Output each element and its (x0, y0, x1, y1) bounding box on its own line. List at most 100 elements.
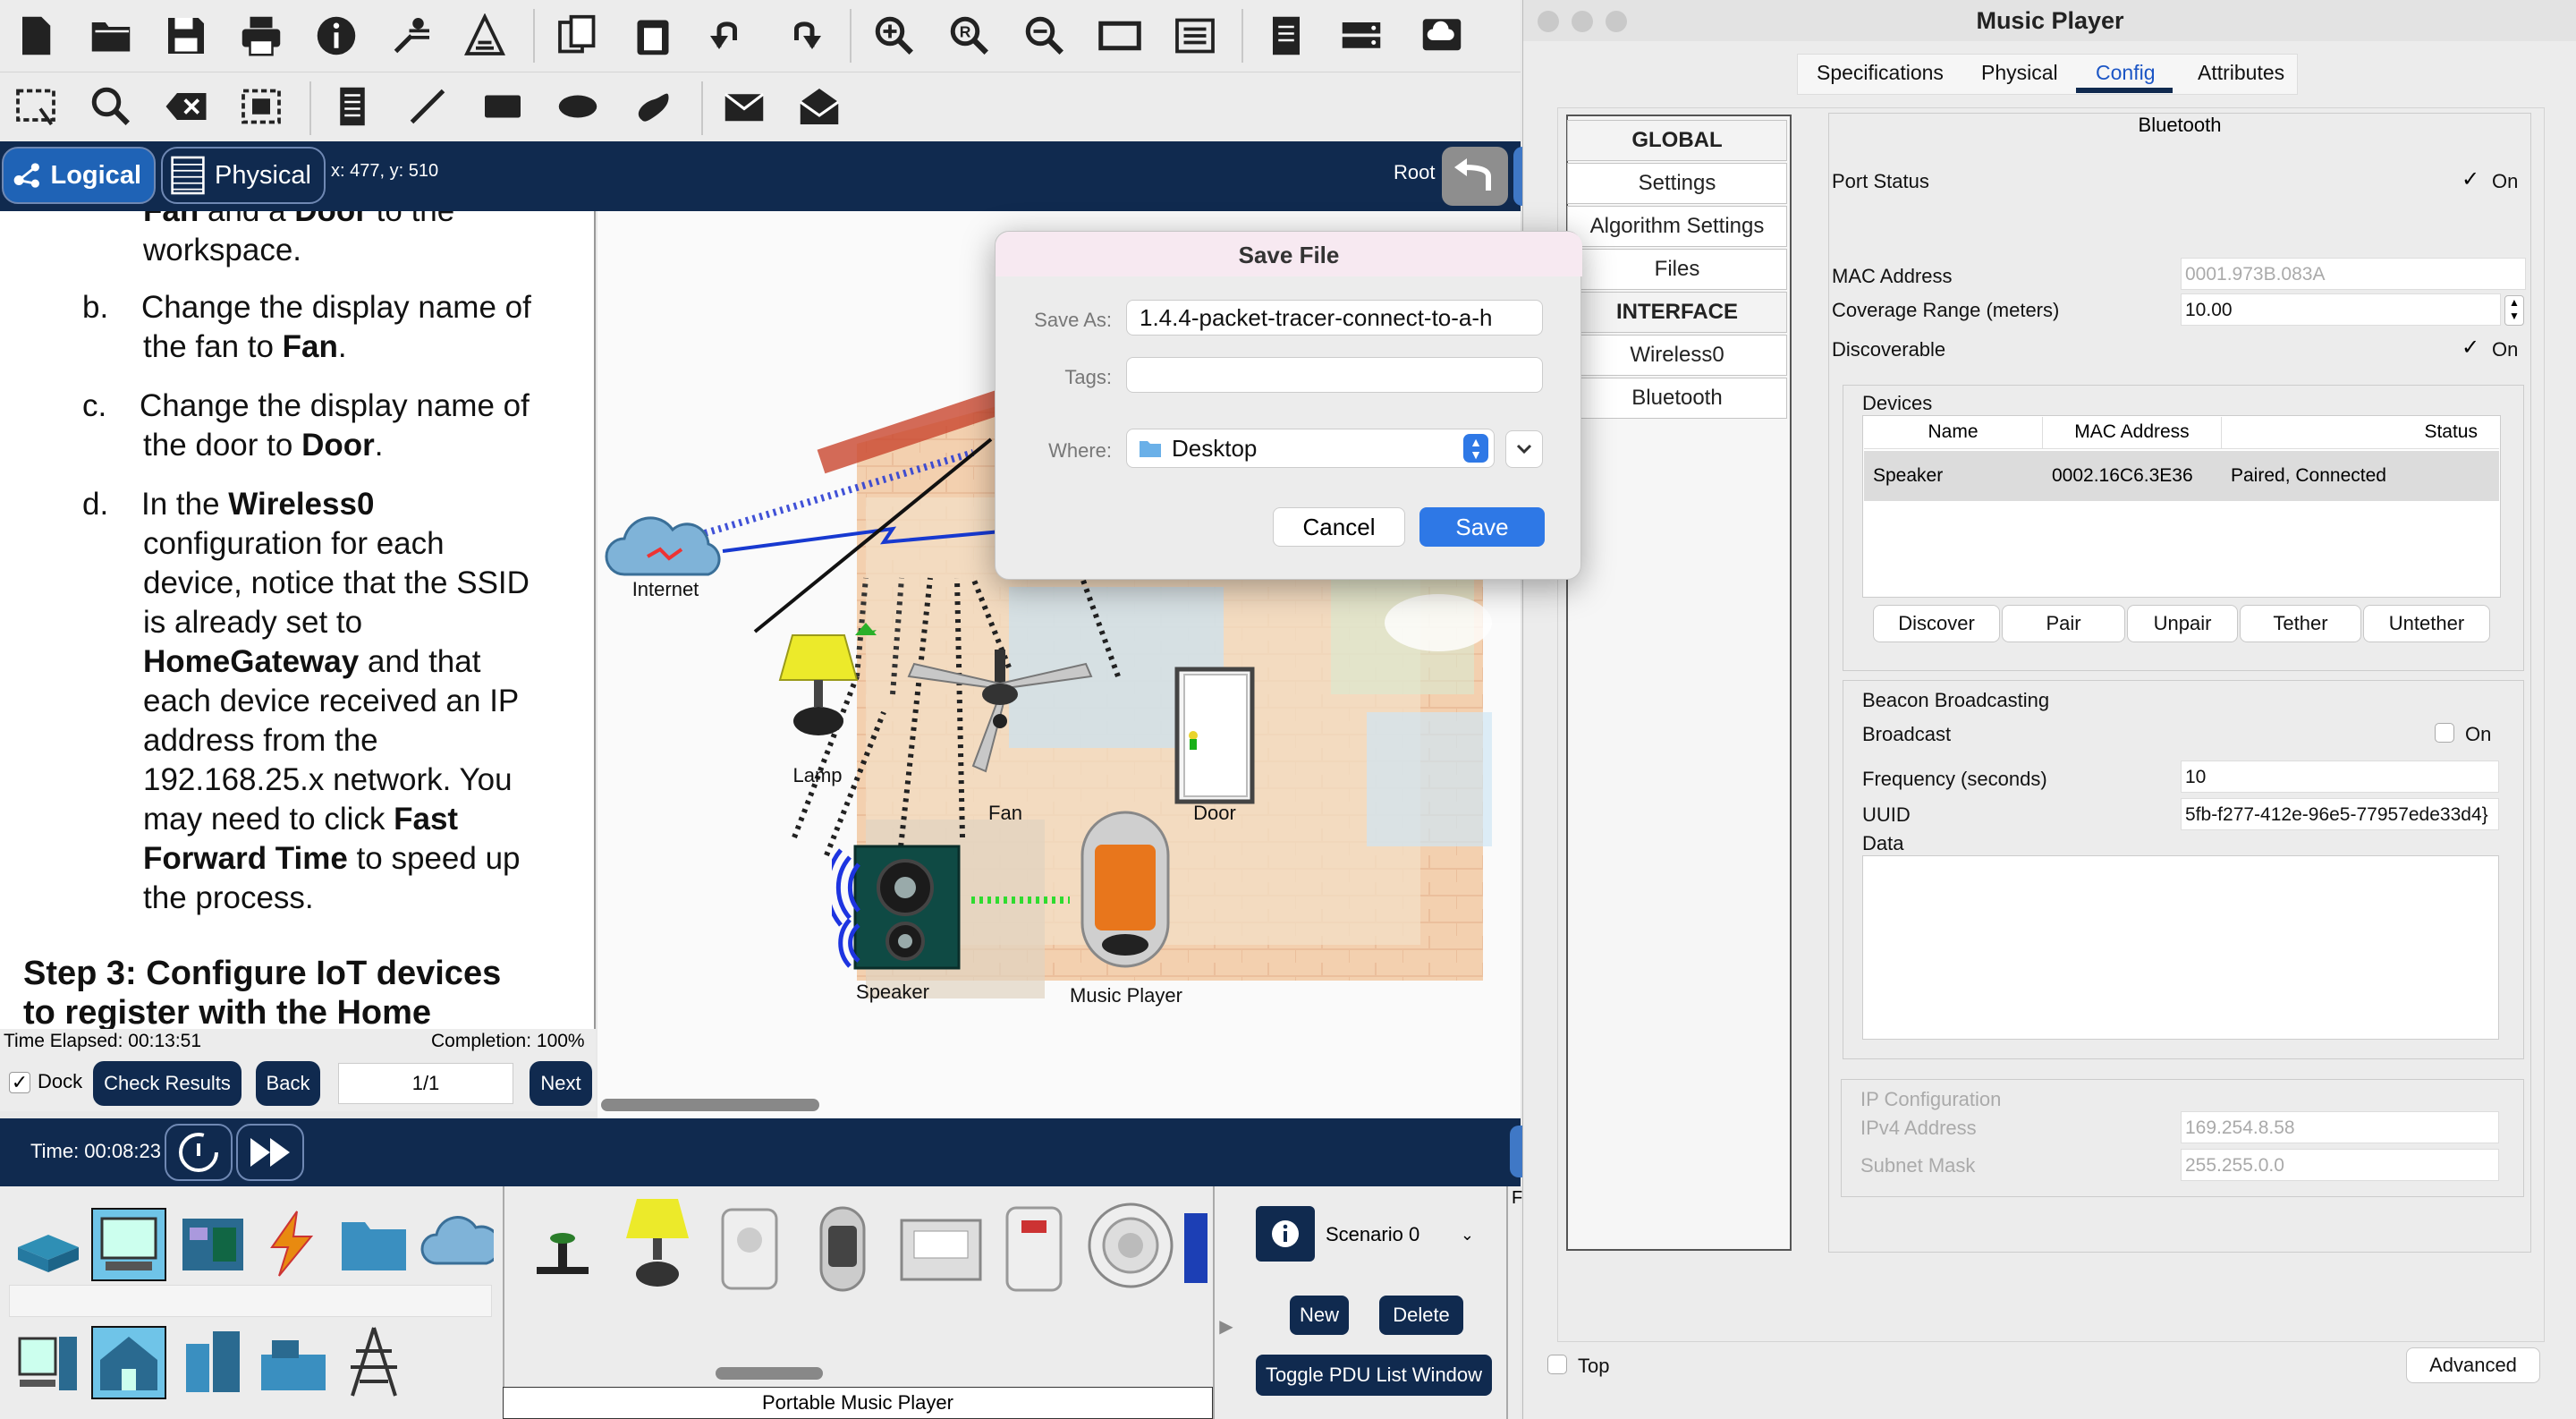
new-pdu-button[interactable]: New (1290, 1296, 1349, 1335)
home-category-selected[interactable] (91, 1326, 166, 1399)
check-results-button[interactable]: Check Results (93, 1061, 242, 1106)
components-icon[interactable] (177, 1211, 249, 1278)
lamp-icon[interactable] (764, 632, 873, 739)
dock-checkbox[interactable]: ✓ (9, 1072, 30, 1093)
tags-input[interactable] (1126, 357, 1543, 393)
sidebar-item-algorithm[interactable]: Algorithm Settings (1567, 206, 1787, 247)
discover-button[interactable]: Discover (1873, 605, 2000, 642)
power-grid-icon[interactable] (338, 1324, 410, 1399)
broadcast-checkbox[interactable] (2435, 723, 2454, 743)
window-icon[interactable] (1091, 7, 1148, 64)
sidebar-item-files[interactable]: Files (1567, 249, 1787, 290)
scenario-info-button[interactable] (1256, 1206, 1315, 1262)
end-devices-selected[interactable] (91, 1208, 166, 1281)
simple-pdu-icon[interactable] (716, 78, 773, 135)
sprinkler-icon[interactable] (531, 1228, 594, 1281)
power-cycle-button[interactable] (165, 1124, 233, 1181)
back-button[interactable]: Back (256, 1061, 320, 1106)
ceiling-fan-icon[interactable] (902, 650, 1098, 784)
close-window-button[interactable] (1538, 11, 1559, 32)
lamp-device-icon[interactable] (617, 1195, 698, 1290)
sidebar-item-bluetooth[interactable]: Bluetooth (1567, 378, 1787, 419)
power-meter-icon[interactable] (896, 1211, 986, 1288)
motion-detector-icon[interactable] (716, 1204, 784, 1294)
complex-pdu-icon[interactable] (791, 78, 848, 135)
save-icon[interactable] (157, 7, 215, 64)
custom-device-icon[interactable] (456, 7, 513, 64)
unpair-button[interactable]: Unpair (2127, 605, 2238, 642)
pc-icon[interactable] (13, 1328, 84, 1399)
copy-icon[interactable] (549, 7, 606, 64)
palette-icon[interactable] (1166, 7, 1224, 64)
coverage-stepper[interactable]: ▲ ▼ (2504, 295, 2524, 326)
sidebar-item-wireless0[interactable]: Wireless0 (1567, 335, 1787, 376)
undo-icon[interactable] (699, 7, 757, 64)
advanced-button[interactable]: Advanced (2406, 1347, 2540, 1383)
resize-icon[interactable] (233, 78, 290, 135)
solar-panel-icon[interactable] (1182, 1210, 1209, 1287)
select-icon[interactable] (7, 78, 64, 135)
scenario-select[interactable]: Scenario 0 ⌄ (1320, 1215, 1481, 1254)
sidebar-item-settings[interactable]: Settings (1567, 163, 1787, 204)
untether-button[interactable]: Untether (2363, 605, 2490, 642)
door-icon[interactable] (1172, 666, 1258, 805)
canvas-scrollbar[interactable] (601, 1099, 819, 1111)
logical-mode-button[interactable]: Logical (2, 147, 156, 204)
pair-button[interactable]: Pair (2002, 605, 2125, 642)
zoom-out-icon[interactable] (1016, 7, 1073, 64)
tab-physical[interactable]: Physical (1981, 61, 2058, 85)
device-scrollbar[interactable] (716, 1367, 823, 1380)
server-icon[interactable] (1333, 7, 1390, 64)
cancel-button[interactable]: Cancel (1273, 507, 1405, 547)
tab-specifications[interactable]: Specifications (1817, 61, 1944, 85)
zoom-window-button[interactable] (1606, 11, 1627, 32)
network-info-icon[interactable] (383, 7, 440, 64)
port-status-check[interactable]: ✓ (2462, 166, 2479, 192)
industrial-icon[interactable] (256, 1328, 331, 1398)
where-select[interactable]: Desktop ▲ ▼ (1126, 429, 1495, 468)
delete-pdu-button[interactable]: Delete (1379, 1296, 1463, 1335)
save-button[interactable]: Save (1419, 507, 1545, 547)
zoom-reset-icon[interactable]: R (941, 7, 998, 64)
collapse-arrow-icon[interactable]: ▶ (1215, 1308, 1238, 1344)
cloud-screen-icon[interactable] (1413, 7, 1470, 64)
physical-mode-button[interactable]: Physical (161, 147, 326, 204)
top-checkbox[interactable] (1547, 1355, 1567, 1374)
smart-city-icon[interactable] (177, 1326, 249, 1398)
info-icon[interactable] (308, 7, 365, 64)
multiuser-cloud-icon[interactable] (419, 1213, 494, 1276)
back-arrow-button[interactable] (1442, 147, 1508, 206)
frequency-input[interactable]: 10 (2181, 760, 2499, 793)
tab-config[interactable]: Config (2096, 61, 2155, 85)
ellipse-icon[interactable] (549, 78, 606, 135)
print-icon[interactable] (233, 7, 290, 64)
rectangle-icon[interactable] (474, 78, 531, 135)
save-as-input[interactable]: 1.4.4-packet-tracer-connect-to-a-h (1126, 300, 1543, 336)
tether-button[interactable]: Tether (2240, 605, 2361, 642)
minimize-window-button[interactable] (1572, 11, 1593, 32)
connections-icon[interactable] (256, 1208, 327, 1279)
portable-music-player-icon[interactable] (816, 1204, 869, 1294)
discoverable-check[interactable]: ✓ (2462, 335, 2479, 361)
toggle-pdu-list-button[interactable]: Toggle PDU List Window (1256, 1355, 1492, 1396)
network-devices-icon[interactable] (13, 1208, 84, 1279)
freeform-icon[interactable] (624, 78, 682, 135)
notes-icon[interactable] (1258, 7, 1315, 64)
line-draw-icon[interactable] (399, 78, 456, 135)
uuid-input[interactable]: 5fb-f277-412e-96e5-77957ede33d4} (2181, 798, 2499, 830)
tab-attributes[interactable]: Attributes (2198, 61, 2284, 85)
speaker-icon[interactable] (832, 837, 968, 972)
misc-folder-icon[interactable] (338, 1211, 410, 1276)
zoom-in-icon[interactable] (866, 7, 923, 64)
music-player-icon[interactable] (1077, 809, 1174, 970)
expand-dialog-button[interactable] (1505, 430, 1543, 468)
coverage-range-input[interactable]: 10.00 (2181, 293, 2501, 326)
next-button[interactable]: Next (530, 1061, 592, 1106)
smoke-detector-icon[interactable] (1002, 1202, 1066, 1296)
new-file-icon[interactable] (7, 7, 64, 64)
paste-icon[interactable] (624, 7, 682, 64)
redo-icon[interactable] (775, 7, 832, 64)
note-icon[interactable] (324, 78, 381, 135)
data-textarea[interactable] (1862, 855, 2499, 1040)
delete-icon[interactable] (157, 78, 215, 135)
